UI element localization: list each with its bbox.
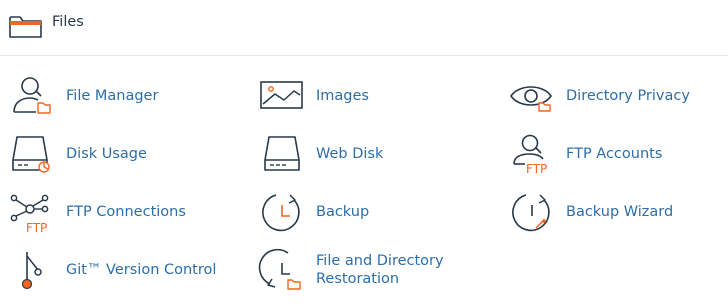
ftp-icon-text: FTP — [526, 162, 547, 176]
disk-usage-label: Disk Usage — [66, 146, 147, 162]
ftp-connections-icon: FTP — [10, 192, 56, 235]
git-version-control-link[interactable]: Git™ Version Control — [10, 250, 230, 290]
label-line-2: Restoration — [316, 271, 400, 287]
section-title: Files — [52, 14, 84, 30]
backup-icon — [260, 192, 306, 232]
images-label: Images — [316, 88, 369, 104]
ftp-accounts-label: FTP Accounts — [566, 146, 663, 162]
disk-usage-link[interactable]: Disk Usage — [10, 134, 230, 174]
git-version-control-icon — [10, 250, 56, 290]
file-directory-restoration-icon — [258, 248, 306, 290]
ftp-accounts-link[interactable]: FTP FTP Accounts — [510, 134, 725, 176]
web-disk-link[interactable]: Web Disk — [260, 134, 480, 174]
web-disk-icon — [260, 134, 306, 174]
folder-icon — [9, 15, 43, 39]
ftp-accounts-icon: FTP — [510, 134, 556, 176]
file-manager-link[interactable]: File Manager — [10, 76, 230, 116]
label-line-1: File and Directory — [316, 253, 444, 269]
backup-label: Backup — [316, 204, 370, 220]
file-directory-restoration-label: File and Directory Restoration — [316, 252, 444, 288]
images-icon — [260, 76, 306, 116]
ftp-connections-link[interactable]: FTP FTP Connections — [10, 192, 230, 235]
git-version-control-label: Git™ Version Control — [66, 262, 217, 278]
backup-wizard-label: Backup Wizard — [566, 204, 674, 220]
ftp-connections-label: FTP Connections — [66, 204, 186, 220]
directory-privacy-icon — [510, 76, 556, 116]
files-section-header: Files — [0, 0, 728, 56]
backup-wizard-link[interactable]: Backup Wizard — [510, 192, 725, 232]
file-manager-label: File Manager — [66, 88, 159, 104]
file-directory-restoration-link[interactable]: File and Directory Restoration — [258, 248, 480, 292]
images-link[interactable]: Images — [260, 76, 480, 116]
backup-link[interactable]: Backup — [260, 192, 480, 232]
web-disk-label: Web Disk — [316, 146, 384, 162]
ftp-icon-text: FTP — [26, 221, 47, 235]
directory-privacy-label: Directory Privacy — [566, 88, 690, 104]
backup-wizard-icon — [510, 192, 556, 232]
file-manager-icon — [10, 76, 56, 116]
directory-privacy-link[interactable]: Directory Privacy — [510, 76, 725, 116]
disk-usage-icon — [10, 134, 56, 174]
